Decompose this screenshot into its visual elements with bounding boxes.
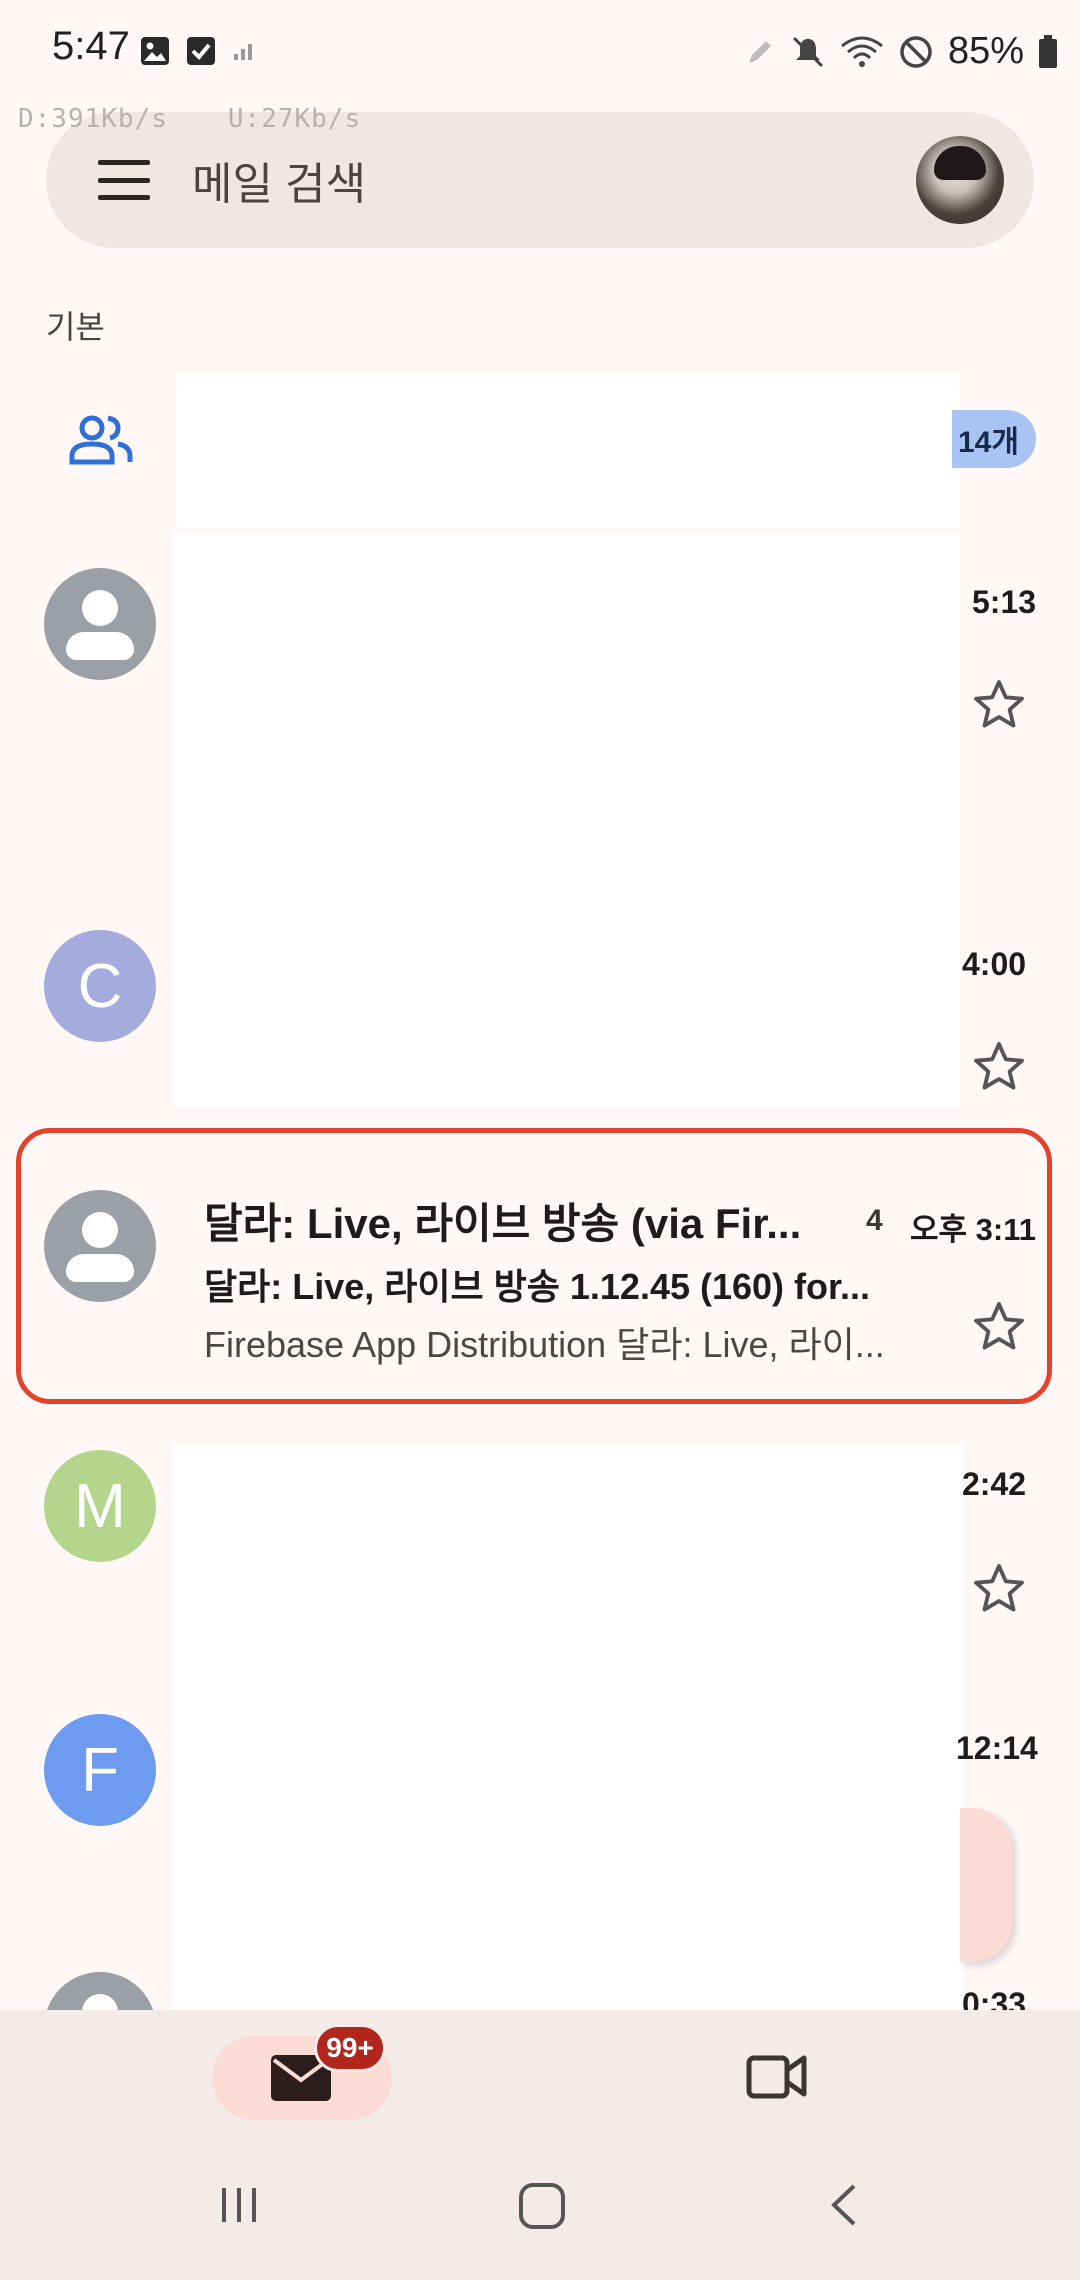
recent-apps-icon[interactable]: [214, 2180, 264, 2230]
star-icon[interactable]: [970, 1560, 1028, 1618]
status-time: 5:47: [52, 24, 130, 68]
avatar-letter: M: [74, 1471, 126, 1541]
pen-icon: [748, 40, 771, 63]
image-icon: [141, 37, 169, 65]
thread-count: 4: [866, 1204, 883, 1237]
compose-fab[interactable]: [960, 1808, 1012, 1962]
email-subject: 달라: Live, 라이브 방송 1.12.45 (160) for...: [204, 1266, 871, 1307]
avatar: M: [44, 1450, 156, 1562]
home-icon[interactable]: [516, 2180, 568, 2232]
battery-icon: [1039, 34, 1057, 68]
email-snippet: Firebase App Distribution 달라: Live, 라이..…: [204, 1324, 885, 1365]
back-icon[interactable]: [822, 2180, 866, 2230]
avatar: [44, 1190, 156, 1302]
star-icon[interactable]: [970, 676, 1028, 734]
status-icons-left: [140, 36, 254, 66]
email-time: 4:00: [962, 946, 1027, 982]
download-speed: D:391Kb/s: [18, 104, 168, 134]
avatar: F: [44, 1714, 156, 1826]
email-time: 5:13: [972, 584, 1037, 620]
avatar: C: [44, 930, 156, 1042]
status-icons-right: 85%: [744, 30, 1058, 73]
email-time: 12:14: [956, 1730, 1038, 1766]
email-time: 2:42: [962, 1466, 1027, 1502]
star-icon[interactable]: [970, 1038, 1028, 1096]
signal-small-icon: [234, 44, 252, 60]
account-avatar[interactable]: [916, 136, 1004, 224]
section-label: 기본: [46, 309, 105, 345]
people-icon: [69, 415, 133, 465]
mail-badge: 99+: [314, 2024, 386, 2072]
avatar-letter: C: [77, 951, 123, 1021]
email-time: 오후 3:11: [910, 1212, 1036, 1247]
search-input[interactable]: 메일 검색: [192, 148, 366, 212]
email-sender: 달라: Live, 라이브 방송 (via Fir...: [204, 1200, 802, 1247]
menu-icon[interactable]: [98, 160, 150, 200]
avatar: [44, 568, 156, 680]
wifi-icon: [841, 36, 883, 67]
row-redacted: [172, 1444, 964, 2020]
video-call-icon[interactable]: [746, 2050, 808, 2102]
avatar-letter: F: [81, 1735, 119, 1805]
checkbox-icon: [187, 37, 215, 65]
row-redacted: [176, 372, 960, 528]
upload-speed: U:27Kb/s: [227, 104, 362, 134]
row-redacted: [172, 532, 960, 1106]
star-icon[interactable]: [970, 1298, 1028, 1356]
block-icon: [900, 35, 932, 68]
social-count-badge: 14개: [952, 410, 1036, 468]
network-speed: D:391Kb/s U:27Kb/s: [18, 104, 421, 134]
bottom-navigation: [0, 2010, 1080, 2280]
battery-percent: 85%: [947, 30, 1024, 72]
mute-icon: [792, 36, 823, 67]
